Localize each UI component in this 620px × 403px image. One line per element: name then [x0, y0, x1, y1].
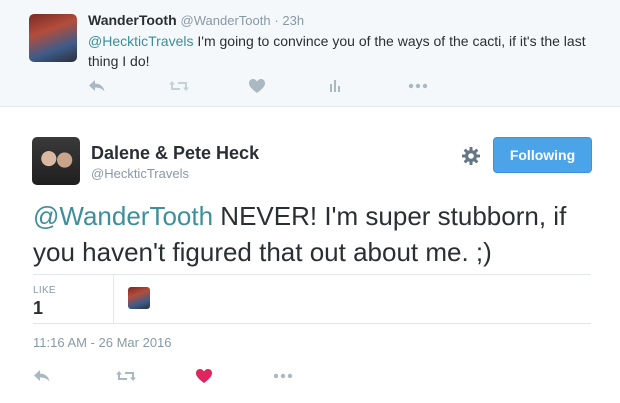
main-tweet-actions: [33, 366, 333, 388]
retweet-icon[interactable]: [115, 366, 137, 386]
parent-tweet-avatar[interactable]: [29, 14, 77, 62]
parent-tweet-text: @HeckticTravels I'm going to convince yo…: [88, 31, 588, 71]
main-tweet-author-handle[interactable]: @HeckticTravels: [91, 166, 189, 181]
more-icon[interactable]: [408, 76, 428, 96]
reply-icon[interactable]: [33, 366, 51, 386]
heart-icon[interactable]: [195, 366, 213, 386]
liker-avatar[interactable]: [128, 287, 150, 309]
following-button[interactable]: Following: [493, 137, 592, 173]
tweet-timestamp[interactable]: 11:16 AM - 26 Mar 2016: [33, 335, 172, 350]
main-tweet-avatar[interactable]: [32, 137, 80, 185]
likes-stat[interactable]: LIKE 1: [33, 275, 114, 323]
likes-label: LIKE: [33, 285, 56, 296]
parent-tweet-author-name[interactable]: WanderTooth: [88, 12, 177, 28]
tweet-stats: LIKE 1: [33, 274, 591, 324]
parent-tweet-actions: [88, 76, 448, 96]
analytics-icon[interactable]: [328, 76, 342, 96]
parent-tweet-author-handle[interactable]: @WanderTooth: [181, 13, 271, 28]
main-tweet-author-name[interactable]: Dalene & Pete Heck: [91, 143, 259, 164]
more-icon[interactable]: [273, 366, 293, 386]
reply-icon[interactable]: [88, 76, 106, 96]
retweet-icon[interactable]: [168, 76, 190, 96]
heart-icon[interactable]: [248, 76, 266, 96]
parent-tweet[interactable]: WanderTooth @WanderTooth · 23h @HeckticT…: [0, 0, 620, 107]
main-tweet-text: @WanderTooth NEVER! I'm super stubborn, …: [33, 198, 593, 270]
parent-tweet-header: WanderTooth @WanderTooth · 23h: [88, 12, 304, 28]
parent-tweet-time[interactable]: · 23h: [274, 13, 304, 28]
parent-tweet-mention[interactable]: @HeckticTravels: [88, 33, 194, 49]
likes-count: 1: [33, 298, 44, 318]
gear-icon[interactable]: [461, 146, 481, 166]
main-tweet-mention[interactable]: @WanderTooth: [33, 201, 213, 231]
